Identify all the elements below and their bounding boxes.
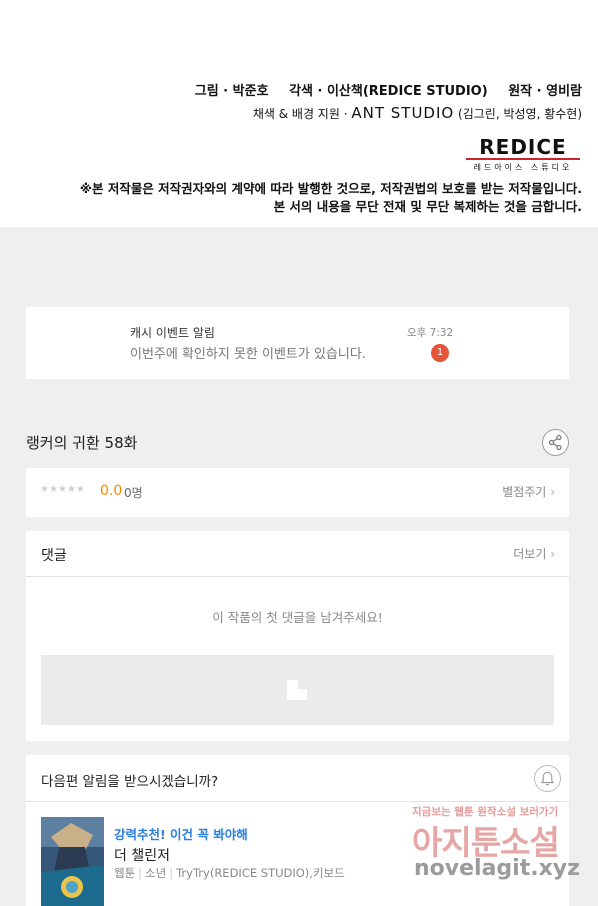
- credit-art: 그림 · 박준호: [194, 84, 269, 99]
- bell-icon: [540, 771, 555, 786]
- comments-more-label: 더보기: [513, 547, 547, 561]
- meta-genre: 소년: [145, 866, 167, 880]
- rating-count: 0명: [124, 486, 143, 500]
- recommend-tagline: 강력추천! 이건 꼭 봐야해: [114, 827, 248, 842]
- copyright-notice-line2: 본 서의 내용을 무단 전재 및 무단 복제하는 것을 금합니다.: [273, 199, 582, 214]
- logo-sub-text: 레드아이스 스튜디오: [473, 163, 573, 172]
- episode-title: 랭커의 귀환 58화: [26, 434, 138, 452]
- write-icon: [287, 680, 307, 700]
- notification-time: 오후 7:32: [407, 327, 454, 339]
- comments-more-button[interactable]: 더보기 ›: [513, 545, 555, 562]
- logo-main-text: REDICE: [479, 135, 567, 159]
- share-icon: [548, 434, 562, 451]
- next-episode-header: 다음편 알림을 받으시겠습니까?: [26, 755, 569, 802]
- rating-score: 0.0: [100, 483, 123, 499]
- comments-section: 댓글 더보기 › 이 작품의 첫 댓글을 남겨주세요!: [26, 531, 569, 741]
- meta-separator: |: [138, 866, 143, 880]
- copyright-notice-line1: ※본 저작물은 저작권자와의 계약에 따라 발행한 것으로, 저작권법의 보호를…: [79, 181, 582, 196]
- recommended-work-meta: 웹툰 | 소년 | TryTry(REDICE STUDIO),키보드: [114, 865, 345, 881]
- credit-script: 각색 · 이산책(REDICE STUDIO): [289, 84, 488, 99]
- rate-button[interactable]: 별점주기 ›: [502, 483, 555, 500]
- meta-separator: |: [169, 866, 174, 880]
- credit-assist-prefix: 채색 & 배경 지원 ·: [252, 107, 352, 121]
- star-rating-icons: ★★★★★: [40, 484, 85, 495]
- rate-button-label: 별점주기: [502, 485, 547, 499]
- notification-title: 캐시 이벤트 알림: [130, 326, 215, 340]
- credits-staff-line: 그림 · 박준호 각색 · 이산책(REDICE STUDIO) 원작 · 영비…: [179, 80, 582, 99]
- share-button[interactable]: [542, 429, 569, 456]
- next-episode-question: 다음편 알림을 받으시겠습니까?: [41, 774, 219, 790]
- site-watermark: 지금보는 웹툰 원작소설 보러가기 아지툰소설 novelagit.xyz: [410, 802, 580, 894]
- meta-authors: TryTry(REDICE STUDIO),키보드: [176, 866, 345, 880]
- credit-original: 원작 · 영비람: [508, 84, 582, 99]
- thumbnail-art: [41, 817, 104, 906]
- chevron-right-icon: ›: [550, 485, 555, 499]
- recommended-work-title[interactable]: 더 챌린저: [114, 845, 170, 865]
- meta-type: 웹툰: [114, 866, 136, 880]
- watermark-url: novelagit.xyz: [414, 856, 580, 881]
- comic-credits-panel: 그림 · 박준호 각색 · 이산책(REDICE STUDIO) 원작 · 영비…: [0, 0, 598, 227]
- alert-bell-button[interactable]: [534, 765, 561, 792]
- rating-card: ★★★★★ 0.0 0명 별점주기 ›: [26, 468, 569, 517]
- redice-studio-logo: REDICE 레드아이스 스튜디오: [466, 137, 580, 173]
- comments-label: 댓글: [41, 548, 67, 564]
- chevron-right-icon: ›: [550, 547, 555, 561]
- comment-input-box[interactable]: [41, 655, 554, 725]
- credit-assist-studio: ANT STUDIO: [351, 104, 455, 122]
- credit-assist-members: (김그린, 박성영, 황수현): [454, 107, 582, 121]
- comments-header: 댓글 더보기 ›: [26, 531, 569, 577]
- notification-count-badge: 1: [431, 344, 449, 362]
- recommended-work-thumbnail[interactable]: [41, 817, 104, 906]
- comments-empty-text: 이 작품의 첫 댓글을 남겨주세요!: [212, 610, 383, 625]
- cash-event-notification[interactable]: 캐시 이벤트 알림 이번주에 확인하지 못한 이벤트가 있습니다. 오후 7:3…: [26, 307, 569, 379]
- credits-assist-line: 채색 & 배경 지원 · ANT STUDIO (김그린, 박성영, 황수현): [253, 104, 582, 122]
- notification-message: 이번주에 확인하지 못한 이벤트가 있습니다.: [130, 347, 366, 362]
